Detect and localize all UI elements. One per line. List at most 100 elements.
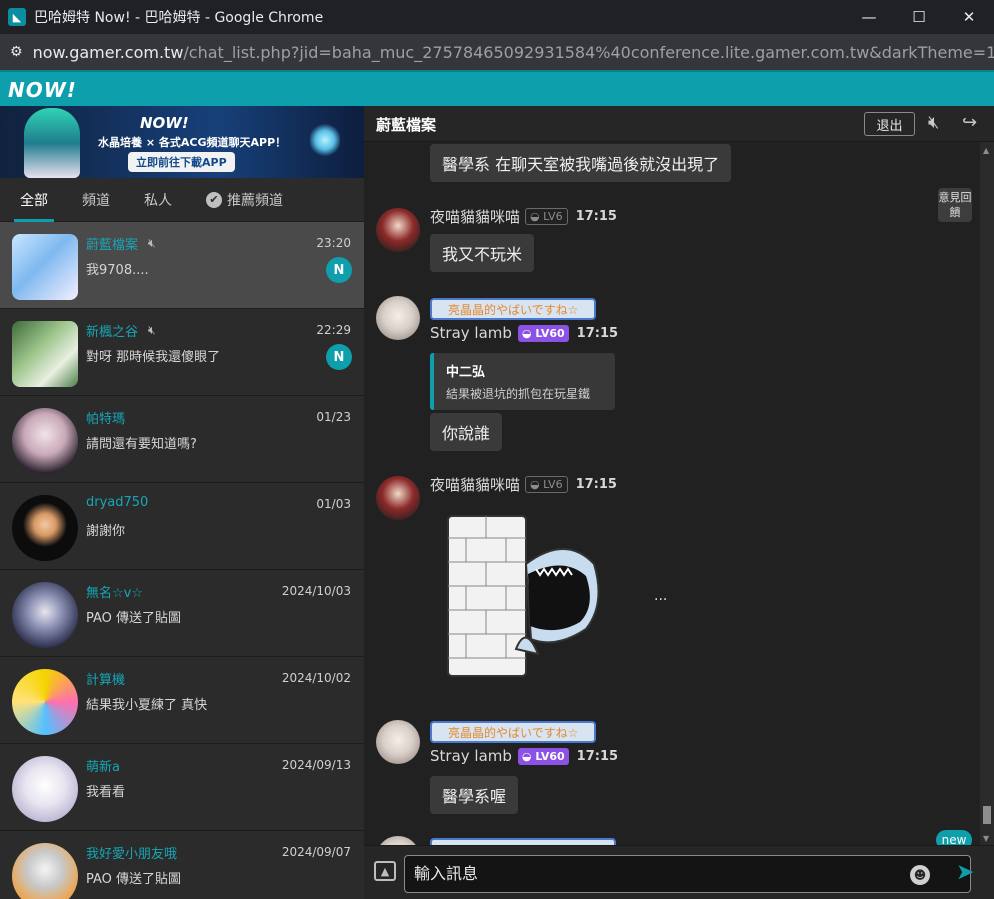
new-messages-badge[interactable]: new [936, 830, 972, 845]
sender-name[interactable]: Stray lamb [430, 747, 512, 765]
message-sender: Stray lamb ◒ LV60 17:15 [430, 324, 618, 342]
chat-last-message: PAO 傳送了貼圖 [86, 872, 182, 887]
chat-time: 2024/10/03 [281, 584, 351, 598]
message-time: 17:15 [575, 477, 617, 492]
message-bubble: 我又不玩米 [430, 234, 535, 272]
level-text: LV60 [535, 326, 565, 340]
chat-name: 無名☆v☆ [86, 582, 143, 601]
chat-time: 2024/10/02 [281, 671, 351, 685]
url-field[interactable]: now.gamer.com.tw/chat_list.php?jid=baha_… [33, 43, 994, 62]
browser-titlebar: ◣ 巴哈姆特 Now! - 巴哈姆特 - Google Chrome — ☐ ✕ [0, 0, 994, 34]
message-time: 17:15 [576, 325, 619, 341]
site-settings-icon[interactable]: ⚙ [10, 41, 23, 63]
now-logo[interactable]: NOW! [8, 78, 77, 102]
chat-name-text: 帕特瑪 [86, 412, 126, 427]
quoted-message[interactable]: 中二弘 結果被退坑的抓包在玩星鐵 [430, 353, 615, 410]
chat-name-text: 新楓之谷 [86, 325, 139, 340]
share-icon[interactable]: ↪ [962, 112, 977, 133]
chat-name-text: 我好愛小朋友哦 [86, 847, 178, 862]
close-button[interactable]: ✕ [944, 0, 994, 34]
verified-check-icon: ✔ [206, 191, 222, 208]
chat-name: 蔚藍檔案 🔇︎ [86, 234, 156, 253]
muted-icon: 🔇︎ [148, 236, 156, 250]
chat-avatar [12, 234, 78, 300]
exit-room-button[interactable]: 退出 [864, 112, 915, 136]
address-bar: ⚙ now.gamer.com.tw/chat_list.php?jid=bah… [0, 34, 994, 70]
sender-avatar[interactable] [376, 208, 420, 252]
quoted-text: 結果被退坑的抓包在玩星鐵 [446, 387, 591, 401]
chat-list-item[interactable]: 萌新a 2024/09/13 我看看 [0, 744, 364, 831]
tab-label: 全部 [20, 192, 48, 209]
chat-list-item[interactable]: 我好愛小朋友哦 2024/09/07 PAO 傳送了貼圖 [0, 831, 364, 899]
chat-avatar [12, 321, 78, 387]
chat-list-item[interactable]: 無名☆v☆ 2024/10/03 PAO 傳送了貼圖 [0, 570, 364, 657]
sender-avatar[interactable] [376, 720, 420, 764]
tab-recommended[interactable]: ✔ 推薦頻道 [206, 178, 283, 222]
banner-subtitle: 水晶培養 × 各式ACG頻道聊天APP！ [98, 136, 287, 149]
level-badge: ◒ LV6 [525, 208, 568, 225]
chat-last-message: 請問還有要知道嗎? [86, 437, 197, 452]
mute-toggle-icon[interactable]: 🔇︎ [928, 112, 939, 133]
feedback-button[interactable]: 意見回饋 [938, 188, 972, 222]
chat-name-text: dryad750 [86, 495, 149, 510]
chat-list-item[interactable]: 新楓之谷 🔇︎ 22:29 對呀 那時候我還傻眼了 N [0, 309, 364, 396]
message-input[interactable]: 輸入訊息 [404, 855, 971, 893]
send-icon[interactable]: ➤ [956, 860, 974, 885]
sender-name[interactable]: Stray lamb [430, 324, 512, 342]
chat-last-message: 對呀 那時候我還傻眼了 [86, 350, 221, 365]
chat-list-item[interactable]: 蔚藍檔案 🔇︎ 23:20 我9708.... N [0, 222, 364, 309]
message-time: 17:15 [576, 748, 619, 764]
tab-private[interactable]: 私人 [144, 178, 172, 222]
chat-name: dryad750 [86, 495, 148, 510]
scrollbar-thumb[interactable] [983, 806, 991, 824]
chat-room-panel: 蔚藍檔案 退出 🔇︎ ↪ 醫學系 在聊天室被我嘴過後就沒出現了 夜喵貓貓咪喵 ◒ … [364, 106, 994, 899]
banner-download-button[interactable]: 立即前往下載APP [128, 152, 235, 172]
chat-list-item[interactable]: 帕特瑪 01/23 請問還有要知道嗎? [0, 396, 364, 483]
chat-time: 23:20 [316, 236, 351, 250]
maximize-button[interactable]: ☐ [894, 0, 944, 34]
baha-favicon-icon: ◣ [8, 8, 26, 26]
level-badge: ◒ LV60 [517, 324, 569, 342]
message-bubble: 醫學系 在聊天室被我嘴過後就沒出現了 [430, 144, 732, 182]
chat-room-header: 蔚藍檔案 退出 🔇︎ ↪ [364, 106, 994, 142]
message-scrollbar[interactable]: ▲ ▼ [980, 142, 994, 845]
chat-name-text: 蔚藍檔案 [86, 238, 139, 253]
sender-avatar[interactable] [376, 836, 420, 845]
shark-sticker-image[interactable] [446, 514, 606, 679]
user-title-tag: 亮晶晶的やばいですね☆ [430, 721, 597, 743]
banner-logo: NOW! [140, 114, 189, 132]
message-list[interactable]: 醫學系 在聊天室被我嘴過後就沒出現了 夜喵貓貓咪喵 ◒ LV6 17:15 我又不玩… [364, 142, 980, 845]
sender-avatar[interactable] [376, 296, 420, 340]
sender-avatar[interactable] [376, 476, 420, 520]
level-text: LV60 [535, 749, 565, 763]
message-bubble: 醫學系喔 [430, 776, 519, 814]
chat-avatar [12, 495, 78, 561]
chat-name: 計算機 [86, 669, 125, 688]
chat-list-item[interactable]: dryad750 01/03 謝謝你 [0, 483, 364, 570]
image-upload-icon[interactable]: ▲ [374, 861, 396, 881]
sticker-more-ellipsis[interactable]: ... [654, 588, 667, 604]
chat-time: 01/03 [316, 497, 351, 511]
download-app-banner[interactable]: NOW! 水晶培養 × 各式ACG頻道聊天APP！ 立即前往下載APP [0, 106, 364, 178]
chat-list-item[interactable]: 計算機 2024/10/02 結果我小夏練了 真快 [0, 657, 364, 744]
level-badge: ◒ LV6 [525, 476, 568, 493]
chat-name: 帕特瑪 [86, 408, 125, 427]
chat-name: 萌新a [86, 756, 120, 775]
scroll-up-icon[interactable]: ▲ [983, 146, 989, 155]
chat-avatar [12, 582, 78, 648]
chat-last-message: 我9708.... [86, 263, 149, 278]
chat-time: 2024/09/13 [281, 758, 351, 772]
message-bubble: 你說誰 [430, 413, 503, 451]
tab-label: 私人 [144, 192, 172, 209]
sender-name[interactable]: 夜喵貓貓咪喵 [430, 206, 520, 227]
scroll-down-icon[interactable]: ▼ [983, 834, 989, 843]
tab-all[interactable]: 全部 [14, 178, 54, 222]
url-path: /chat_list.php?jid=baha_muc_275784650929… [183, 42, 994, 62]
emoji-icon[interactable]: ☻ [910, 865, 930, 885]
chat-name: 新楓之谷 🔇︎ [86, 321, 156, 340]
sender-name[interactable]: 夜喵貓貓咪喵 [430, 474, 520, 495]
minimize-button[interactable]: — [844, 0, 894, 34]
user-title-tag [430, 838, 616, 845]
message-sender: Stray lamb ◒ LV60 17:15 [430, 747, 618, 765]
tab-channels[interactable]: 頻道 [82, 178, 110, 222]
